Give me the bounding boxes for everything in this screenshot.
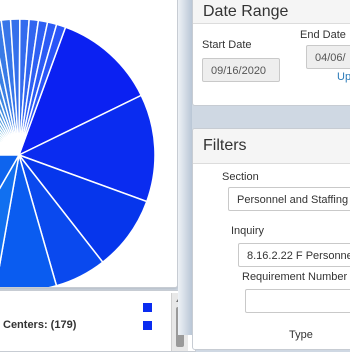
type-label: Type bbox=[289, 329, 313, 341]
requirement-number-input[interactable] bbox=[245, 289, 350, 313]
start-date-label: Start Date bbox=[202, 39, 252, 51]
date-range-panel: Date Range Start Date 09/16/2020 End Dat… bbox=[192, 0, 350, 106]
chart-panel bbox=[0, 0, 178, 288]
end-date-input[interactable]: 04/06/ bbox=[306, 45, 350, 69]
date-range-header: Date Range bbox=[193, 0, 350, 24]
start-date-input[interactable]: 09/16/2020 bbox=[202, 58, 280, 82]
filters-panel: Filters Section Personnel and Staffing I… bbox=[192, 128, 350, 350]
end-date-label: End Date bbox=[300, 29, 346, 41]
legend-swatch bbox=[143, 303, 152, 312]
legend-swatch bbox=[143, 321, 152, 330]
inquiry-label: Inquiry bbox=[231, 225, 265, 237]
panel-gutter bbox=[178, 0, 192, 335]
pie-chart bbox=[0, 18, 156, 287]
section-label: Section bbox=[222, 171, 259, 183]
requirement-number-label: Requirement Number bbox=[242, 271, 348, 283]
legend-panel: Centers: (179) bbox=[0, 290, 196, 352]
filters-header: Filters bbox=[193, 129, 350, 164]
date-range-title: Date Range bbox=[203, 3, 289, 20]
inquiry-select[interactable]: 8.16.2.22 F Personnel bbox=[238, 243, 350, 267]
filters-title: Filters bbox=[203, 137, 247, 154]
update-link[interactable]: Up bbox=[337, 71, 350, 83]
section-select[interactable]: Personnel and Staffing bbox=[228, 187, 350, 211]
legend-title: Centers: (179) bbox=[3, 319, 77, 331]
